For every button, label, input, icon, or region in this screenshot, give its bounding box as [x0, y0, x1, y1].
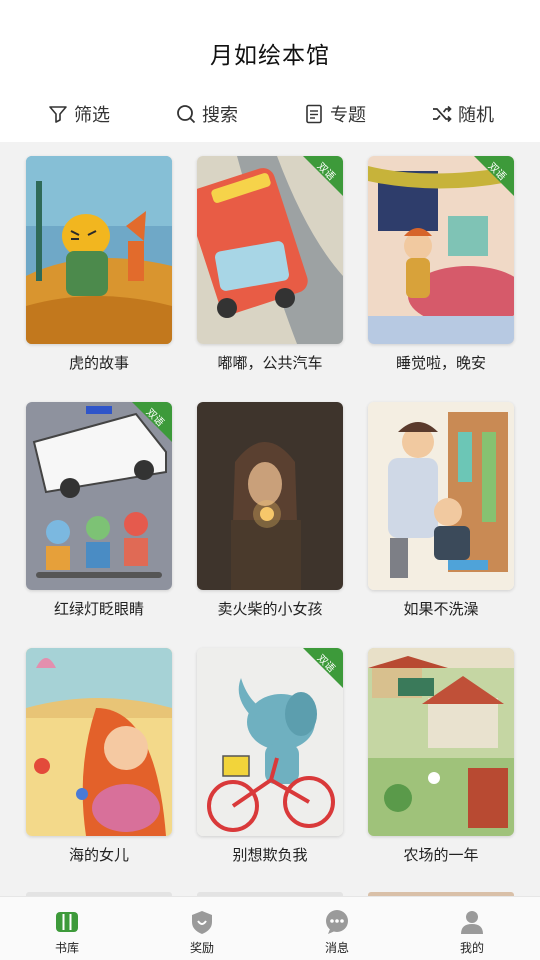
search-icon [177, 105, 196, 124]
tab-profile[interactable]: 我的 [427, 897, 517, 960]
book-cover [368, 402, 514, 590]
book-cover: 双语 [368, 156, 514, 344]
bilingual-badge: 双语 [132, 402, 172, 442]
book-cover [368, 648, 514, 836]
topics-button[interactable]: 专题 [304, 98, 366, 130]
book-cover: 双语 [197, 648, 343, 836]
reward-shield-icon [192, 911, 212, 934]
book-card[interactable]: 双语 嘟嘟，公共汽车 [197, 156, 343, 373]
book-cover: 双语 [197, 156, 343, 344]
book-title: 红绿灯眨眼睛 [53, 600, 144, 618]
bottom-tab-bar: 书库 奖励 消息 我的 [0, 896, 540, 960]
filter-icon [49, 106, 67, 123]
message-icon [326, 910, 348, 934]
topics-label: 专题 [330, 105, 366, 126]
book-card[interactable]: 农场的一年 [368, 648, 514, 865]
random-button[interactable]: 随机 [432, 98, 494, 130]
profile-icon [461, 911, 483, 934]
book-title: 如果不洗澡 [403, 600, 479, 618]
book-title: 别想欺负我 [232, 846, 308, 864]
header: 月如绘本馆 筛选 搜索 专题 随机 [0, 0, 540, 142]
book-title: 嘟嘟，公共汽车 [217, 354, 323, 372]
book-grid: 虎的故事 双语 嘟嘟，公共汽车 双语 睡觉啦，晚安 双语 红绿灯眨眼睛 卖火柴的… [0, 142, 540, 896]
random-label: 随机 [458, 105, 494, 126]
book-card[interactable]: 双语 别想欺负我 [197, 648, 343, 865]
search-button[interactable]: 搜索 [176, 98, 238, 130]
book-card[interactable]: 双语 红绿灯眨眼睛 [26, 402, 172, 619]
tab-messages[interactable]: 消息 [292, 897, 382, 960]
book-cover: 双语 [26, 402, 172, 590]
book-cover [26, 648, 172, 836]
bath-cover-image [368, 402, 514, 590]
tab-label: 我的 [459, 941, 484, 955]
book-cover [197, 402, 343, 590]
library-icon [56, 912, 78, 932]
book-cover [26, 156, 172, 344]
book-card[interactable]: 双语 睡觉啦，晚安 [368, 156, 514, 373]
book-title: 农场的一年 [403, 846, 479, 864]
book-title: 睡觉啦，晚安 [395, 354, 486, 372]
tiger-cover-image [26, 156, 172, 344]
bilingual-badge: 双语 [303, 648, 343, 688]
book-card[interactable]: 海的女儿 [26, 648, 172, 865]
document-icon [306, 104, 322, 124]
farm-year-cover-image [368, 648, 514, 836]
book-title: 卖火柴的小女孩 [217, 600, 323, 618]
tab-label: 书库 [54, 941, 79, 955]
tab-library[interactable]: 书库 [22, 897, 112, 960]
tab-label: 消息 [324, 941, 349, 955]
toolbar: 筛选 搜索 专题 随机 [0, 98, 540, 130]
book-card[interactable]: 如果不洗澡 [368, 402, 514, 619]
filter-button[interactable]: 筛选 [48, 98, 110, 130]
shuffle-icon [433, 105, 452, 123]
page-title: 月如绘本馆 [210, 43, 330, 69]
filter-label: 筛选 [74, 105, 110, 126]
book-title: 海的女儿 [68, 846, 129, 864]
little-mermaid-cover-image [26, 648, 172, 836]
book-card[interactable]: 虎的故事 [26, 156, 172, 373]
tab-label: 奖励 [189, 941, 214, 955]
search-label: 搜索 [202, 105, 238, 126]
bilingual-badge: 双语 [303, 156, 343, 196]
book-title: 虎的故事 [68, 354, 129, 372]
bilingual-badge: 双语 [474, 156, 514, 196]
match-girl-cover-image [197, 402, 343, 590]
tab-rewards[interactable]: 奖励 [157, 897, 247, 960]
book-card[interactable]: 卖火柴的小女孩 [197, 402, 343, 619]
